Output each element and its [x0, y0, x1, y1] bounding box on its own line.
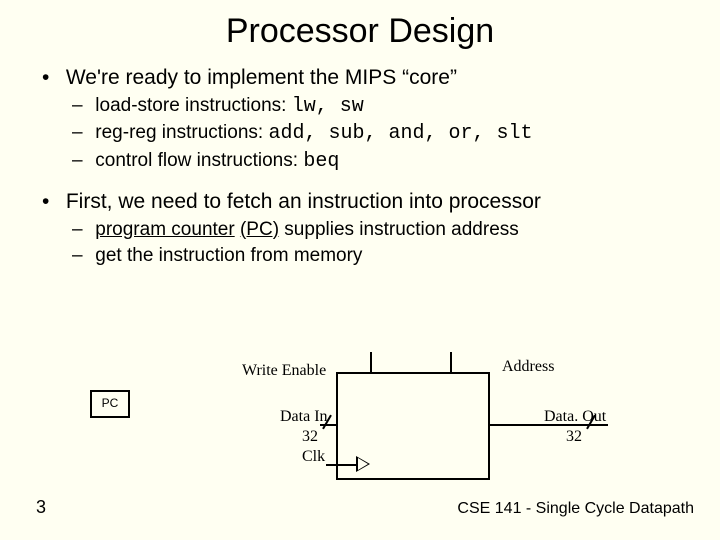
sub-paren: (PC) [240, 219, 279, 240]
sub-underline: program counter [95, 219, 234, 240]
sub-code: add, sub, and, or, slt [268, 122, 532, 145]
wire-write-enable [370, 352, 372, 372]
label-bus-width-left: 32 [302, 428, 318, 446]
dash-marker: – [72, 94, 90, 118]
bullet-1-sub-1: – load-store instructions: lw, sw [72, 94, 692, 120]
slide: Processor Design • We're ready to implem… [0, 0, 720, 540]
bullet-1-sub-3: – control flow instructions: beq [72, 149, 692, 175]
pc-register-box: PC [90, 390, 130, 418]
wire-clk [326, 464, 356, 466]
bullet-2-sub-1: – program counter (PC) supplies instruct… [72, 218, 692, 242]
label-write-enable: Write Enable [242, 362, 326, 380]
bullet-marker: • [42, 65, 60, 92]
slide-title: Processor Design [0, 0, 720, 51]
course-footer: CSE 141 - Single Cycle Datapath [457, 500, 694, 518]
label-clk: Clk [302, 448, 325, 466]
sub-code: beq [303, 150, 339, 173]
bullet-2-text: First, we need to fetch an instruction i… [66, 190, 541, 213]
bullet-2-sub-2: – get the instruction from memory [72, 244, 692, 268]
slide-content: • We're ready to implement the MIPS “cor… [0, 51, 720, 268]
label-bus-width-right: 32 [566, 428, 582, 446]
sub-prefix: load-store instructions: [95, 95, 291, 116]
dash-marker: – [72, 218, 90, 242]
sub-plain: get the instruction from memory [95, 245, 362, 266]
wire-address [450, 352, 452, 372]
sub-prefix: reg-reg instructions: [95, 122, 268, 143]
bullet-2: • First, we need to fetch an instruction… [42, 189, 692, 216]
sub-prefix: control flow instructions: [95, 150, 303, 171]
page-number: 3 [36, 497, 46, 518]
dash-marker: – [72, 244, 90, 268]
bullet-1: • We're ready to implement the MIPS “cor… [42, 65, 692, 92]
clock-triangle-icon [356, 456, 370, 472]
bullet-marker: • [42, 189, 60, 216]
label-data-out: Data. Out [544, 408, 606, 426]
dash-marker: – [72, 149, 90, 173]
dash-marker: – [72, 121, 90, 145]
label-address: Address [502, 358, 554, 376]
bullet-1-text: We're ready to implement the MIPS “core” [66, 66, 457, 89]
sub-code: lw, sw [292, 95, 364, 118]
sub-rest: supplies instruction address [279, 219, 519, 240]
bullet-1-sub-2: – reg-reg instructions: add, sub, and, o… [72, 121, 692, 147]
memory-diagram: PC Write Enable Address Data In Data. Ou… [90, 352, 630, 512]
label-data-in: Data In [280, 408, 328, 426]
